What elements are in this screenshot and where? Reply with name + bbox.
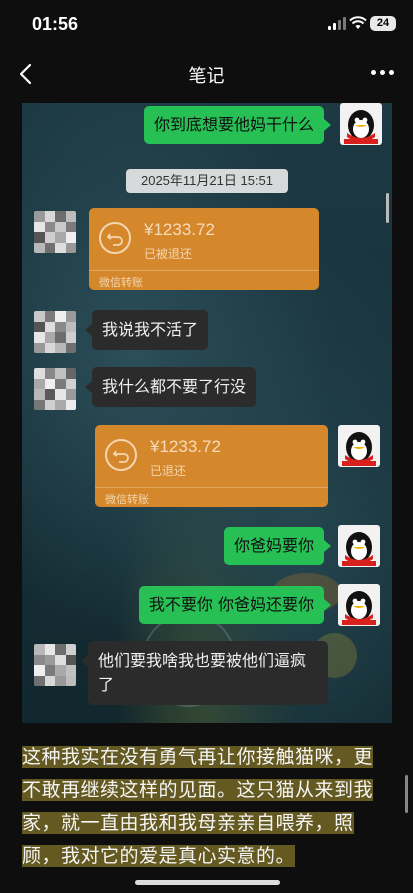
pixelated-avatar [34, 368, 76, 410]
status-time: 01:56 [32, 14, 79, 34]
nav-bar: 笔记 [0, 50, 413, 98]
transfer-amount: ¥1233.72 [144, 220, 215, 239]
divider [95, 487, 328, 488]
message-line: 他们要我啥我也要被他们逼疯 [98, 651, 307, 670]
more-icon[interactable] [371, 70, 395, 76]
sent-message: 我不要你 你爸妈还要你 [138, 586, 332, 624]
note-line: 家，就一直由我和我母亲亲自喂养，照 [22, 812, 354, 834]
sent-message: 你到底想要他妈干什么 [143, 106, 332, 144]
note-line: 这种我实在没有勇气再让你接触猫咪，更 [22, 746, 374, 768]
page-scrollbar[interactable] [405, 775, 408, 813]
message-line: 了 [98, 675, 115, 694]
qq-penguin-avatar [338, 425, 380, 467]
transfer-amount: ¥1233.72 [150, 437, 221, 456]
battery-icon: 24 [370, 16, 396, 31]
pixelated-avatar [34, 311, 76, 353]
chat-timestamp: 2025年11月21日 15:51 [126, 169, 288, 193]
transfer-status: 已被退还 [144, 247, 193, 261]
note-line: 不敢再继续这样的见面。这只猫从来到我 [22, 779, 374, 801]
qq-penguin-avatar [338, 525, 380, 567]
transfer-footer: 微信转账 [105, 493, 149, 506]
pixelated-avatar [34, 211, 76, 253]
received-message: 他们要我啥我也要被他们逼疯 了 [81, 641, 328, 705]
received-message: 我什么都不要了行没 [84, 367, 257, 407]
page-title: 笔记 [188, 66, 225, 87]
return-icon [105, 439, 137, 471]
qq-penguin-avatar [340, 103, 382, 145]
transfer-card[interactable]: ¥1233.72 已被退还 微信转账 [89, 208, 319, 290]
home-indicator[interactable] [135, 880, 280, 885]
note-body: 这种我实在没有勇气再让你接触猫咪，更 不敢再继续这样的见面。这只猫从来到我 家，… [22, 741, 392, 873]
transfer-card[interactable]: ¥1233.72 已退还 微信转账 [95, 425, 328, 507]
received-message: 我说我不活了 [84, 310, 209, 350]
signal-icon [328, 17, 346, 30]
sent-message: 你爸妈要你 [223, 527, 332, 565]
return-icon [99, 222, 131, 254]
divider [89, 270, 319, 271]
status-bar: 01:56 24 [0, 0, 413, 50]
qq-penguin-avatar [338, 584, 380, 626]
chat-scrollbar [386, 193, 389, 223]
wifi-icon [349, 16, 367, 29]
transfer-footer: 微信转账 [99, 276, 143, 289]
transfer-status: 已退还 [150, 464, 187, 478]
note-line: 顾，我对它的爱是真心实意的。 [22, 845, 296, 867]
chat-screenshot: 你到底想要他妈干什么 2025年11月21日 15:51 ¥1233.72 已被… [22, 103, 392, 723]
pixelated-avatar [34, 644, 76, 686]
